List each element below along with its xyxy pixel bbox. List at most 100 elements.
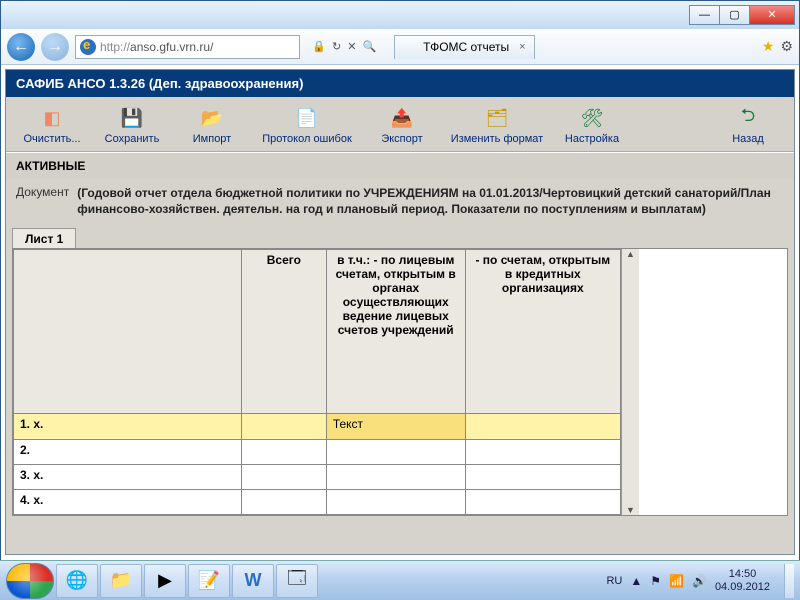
table-row[interactable]: 1. x. Текст bbox=[14, 414, 621, 439]
cell-credit-orgs[interactable] bbox=[465, 464, 620, 489]
col-personal-accounts: в т.ч.: - по лицевым счетам, открытым в … bbox=[326, 250, 465, 414]
clock-time: 14:50 bbox=[715, 568, 770, 580]
app-toolbar: ◧ Очистить... 💾 Сохранить 📂 Импорт 📄 Про… bbox=[6, 97, 794, 152]
cell-total[interactable] bbox=[241, 464, 326, 489]
url-tools: 🔒 ↻ ✕ 🔍 bbox=[306, 40, 382, 53]
clear-label: Очистить... bbox=[23, 133, 80, 145]
taskbar-ie[interactable]: 🌐 bbox=[56, 564, 98, 598]
window-maximize-button[interactable]: ▢ bbox=[719, 5, 749, 25]
col-blank bbox=[14, 250, 242, 414]
row-label[interactable]: 4. x. bbox=[14, 490, 242, 515]
row-label[interactable]: 2. bbox=[14, 439, 242, 464]
data-grid[interactable]: Всего в т.ч.: - по лицевым счетам, откры… bbox=[12, 248, 788, 516]
cell-total[interactable] bbox=[241, 439, 326, 464]
grid-empty-area bbox=[639, 249, 787, 515]
cell-personal-accounts[interactable] bbox=[326, 464, 465, 489]
sheet-tab[interactable]: Лист 1 bbox=[12, 228, 76, 249]
window-close-button[interactable]: ✕ bbox=[749, 5, 795, 25]
windows-taskbar[interactable]: 🌐 📁 ▶ 📝 W 🗔 RU ▲ ⚑ 📶 🔊 14:50 04.09.2012 bbox=[0, 560, 800, 600]
cell-personal-accounts[interactable] bbox=[326, 490, 465, 515]
back-icon: ⮌ bbox=[735, 105, 761, 131]
save-button[interactable]: 💾 Сохранить bbox=[92, 103, 172, 147]
table-row[interactable]: 4. x. bbox=[14, 490, 621, 515]
error-log-button[interactable]: 📄 Протокол ошибок bbox=[252, 103, 362, 147]
col-total: Всего bbox=[241, 250, 326, 414]
cell-credit-orgs[interactable] bbox=[465, 414, 620, 439]
stop-icon[interactable]: ✕ bbox=[347, 40, 356, 53]
window-minimize-button[interactable]: — bbox=[689, 5, 719, 25]
document-label: Документ bbox=[16, 185, 69, 217]
export-label: Экспорт bbox=[381, 133, 422, 145]
import-label: Импорт bbox=[193, 133, 231, 145]
scroll-up-icon[interactable]: ▲ bbox=[626, 249, 635, 259]
favorites-icon[interactable]: ★ bbox=[762, 38, 775, 55]
taskbar-notepad[interactable]: 📝 bbox=[188, 564, 230, 598]
document-row: Документ (Годовой отчет отдела бюджетной… bbox=[6, 179, 794, 223]
browser-back-button[interactable]: ← bbox=[7, 33, 35, 61]
refresh-icon[interactable]: ↻ bbox=[332, 40, 341, 53]
cell-credit-orgs[interactable] bbox=[465, 490, 620, 515]
network-icon[interactable]: 📶 bbox=[669, 574, 684, 588]
import-button[interactable]: 📂 Импорт bbox=[172, 103, 252, 147]
tools-icon[interactable]: ⚙ bbox=[780, 38, 793, 55]
change-format-button[interactable]: 🗂 Изменить формат bbox=[442, 103, 552, 147]
volume-icon[interactable]: 🔊 bbox=[692, 574, 707, 588]
taskbar-explorer[interactable]: 📁 bbox=[100, 564, 142, 598]
back-label: Назад bbox=[732, 133, 764, 145]
language-indicator[interactable]: RU bbox=[606, 575, 622, 587]
tab-strip: ТФОМС отчеты × bbox=[394, 34, 534, 60]
app-title: САФИБ АНСО 1.3.26 (Деп. здравоохранения) bbox=[6, 70, 794, 97]
flag-icon[interactable]: ⚑ bbox=[650, 574, 661, 588]
settings-label: Настройка bbox=[565, 133, 619, 145]
ie-icon bbox=[403, 40, 417, 54]
system-tray[interactable]: RU ▲ ⚑ 📶 🔊 14:50 04.09.2012 bbox=[606, 564, 794, 598]
sheet-tabs: Лист 1 bbox=[6, 223, 794, 248]
browser-tab[interactable]: ТФОМС отчеты × bbox=[394, 35, 534, 59]
log-icon: 📄 bbox=[294, 105, 320, 131]
import-icon: 📂 bbox=[199, 105, 225, 131]
start-button[interactable] bbox=[6, 563, 54, 599]
browser-forward-button[interactable]: → bbox=[41, 33, 69, 61]
window-titlebar: — ▢ ✕ bbox=[1, 1, 799, 29]
cell-total[interactable] bbox=[241, 490, 326, 515]
document-title: (Годовой отчет отдела бюджетной политики… bbox=[77, 185, 784, 217]
tab-close-icon[interactable]: × bbox=[519, 41, 525, 53]
clock-date: 04.09.2012 bbox=[715, 581, 770, 593]
col-credit-orgs: - по счетам, открытым в кредитных органи… bbox=[465, 250, 620, 414]
settings-button[interactable]: 🛠 Настройка bbox=[552, 103, 632, 147]
save-label: Сохранить bbox=[105, 133, 160, 145]
format-icon: 🗂 bbox=[484, 105, 510, 131]
back-button[interactable]: ⮌ Назад bbox=[708, 103, 788, 147]
settings-icon: 🛠 bbox=[579, 105, 605, 131]
vertical-scrollbar[interactable]: ▲ ▼ bbox=[621, 249, 639, 515]
save-icon: 💾 bbox=[119, 105, 145, 131]
tab-title: ТФОМС отчеты bbox=[423, 40, 509, 54]
taskbar-media[interactable]: ▶ bbox=[144, 564, 186, 598]
taskbar-app[interactable]: 🗔 bbox=[276, 564, 318, 598]
show-desktop-button[interactable] bbox=[784, 564, 794, 598]
eraser-icon: ◧ bbox=[39, 105, 65, 131]
url-text: http://anso.gfu.vrn.ru/ bbox=[100, 40, 213, 54]
cell-personal-accounts[interactable] bbox=[326, 439, 465, 464]
export-button[interactable]: 📤 Экспорт bbox=[362, 103, 442, 147]
cell-credit-orgs[interactable] bbox=[465, 439, 620, 464]
row-label[interactable]: 3. x. bbox=[14, 464, 242, 489]
tray-up-icon[interactable]: ▲ bbox=[630, 574, 642, 588]
address-bar[interactable]: http://anso.gfu.vrn.ru/ bbox=[75, 35, 300, 59]
cell-personal-accounts[interactable]: Текст bbox=[326, 414, 465, 439]
table-row[interactable]: 3. x. bbox=[14, 464, 621, 489]
format-label: Изменить формат bbox=[451, 133, 543, 145]
cell-total[interactable] bbox=[241, 414, 326, 439]
app-content: САФИБ АНСО 1.3.26 (Деп. здравоохранения)… bbox=[5, 69, 795, 555]
clock[interactable]: 14:50 04.09.2012 bbox=[715, 568, 770, 592]
browser-nav-row: ← → http://anso.gfu.vrn.ru/ 🔒 ↻ ✕ 🔍 ТФОМ… bbox=[1, 29, 799, 65]
search-icon[interactable]: 🔍 bbox=[362, 40, 376, 53]
row-label[interactable]: 1. x. bbox=[14, 414, 242, 439]
taskbar-word[interactable]: W bbox=[232, 564, 274, 598]
export-icon: 📤 bbox=[389, 105, 415, 131]
table-row[interactable]: 2. bbox=[14, 439, 621, 464]
clear-button[interactable]: ◧ Очистить... bbox=[12, 103, 92, 147]
lock-icon: 🔒 bbox=[312, 40, 326, 53]
scroll-down-icon[interactable]: ▼ bbox=[626, 505, 635, 515]
errors-label: Протокол ошибок bbox=[262, 133, 352, 145]
